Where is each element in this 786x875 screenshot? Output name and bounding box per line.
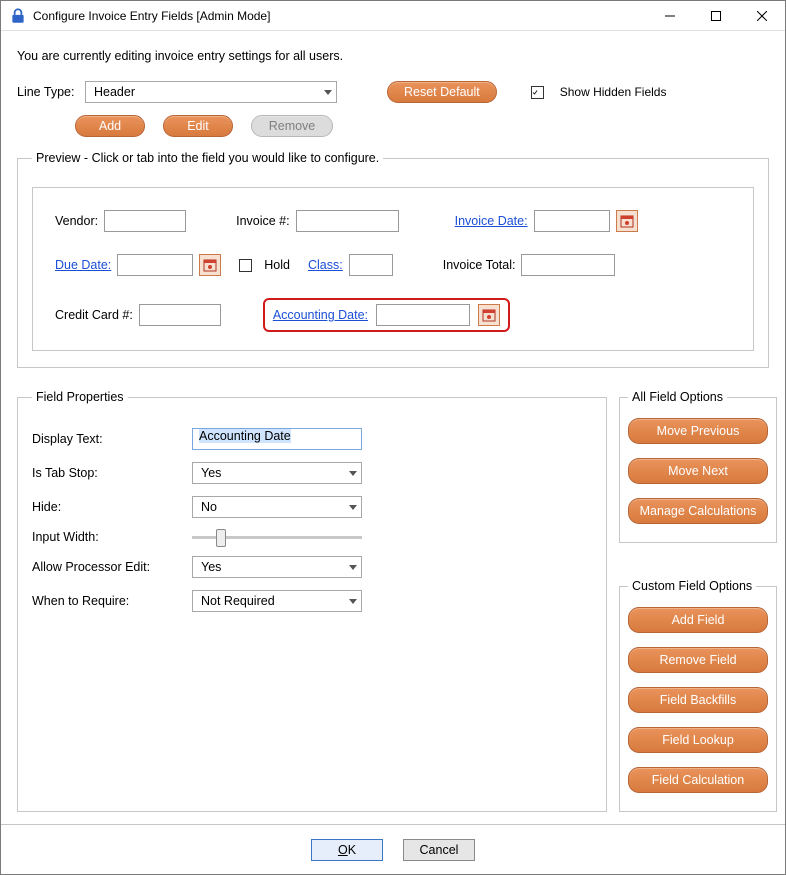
credit-card-label: Credit Card #: [55,308,133,322]
line-type-select[interactable]: Header [85,81,337,103]
all-field-options-legend: All Field Options [628,390,727,404]
maximize-icon [711,11,721,21]
is-tab-stop-label: Is Tab Stop: [32,466,192,480]
invoice-date-calendar-button[interactable] [616,210,638,232]
chevron-down-icon [349,505,357,510]
allow-processor-edit-label: Allow Processor Edit: [32,560,192,574]
edit-button[interactable]: Edit [163,115,233,137]
line-type-value: Header [94,85,135,99]
manage-calculations-button[interactable]: Manage Calculations [628,498,768,524]
preview-legend: Preview - Click or tab into the field yo… [32,151,383,165]
chevron-down-icon [349,599,357,604]
reset-default-button[interactable]: Reset Default [387,81,497,103]
add-field-button[interactable]: Add Field [628,607,768,633]
close-button[interactable] [739,1,785,31]
show-hidden-checkbox[interactable]: Show Hidden Fields [531,85,667,99]
invoice-total-input[interactable] [521,254,615,276]
cancel-button[interactable]: Cancel [403,839,475,861]
line-type-label: Line Type: [17,85,75,99]
titlebar: Configure Invoice Entry Fields [Admin Mo… [1,1,785,31]
is-tab-stop-select[interactable]: Yes [192,462,362,484]
invoice-num-input[interactable] [296,210,399,232]
vendor-label: Vendor: [55,214,98,228]
accounting-date-input[interactable] [376,304,470,326]
hide-select[interactable]: No [192,496,362,518]
credit-card-input[interactable] [139,304,221,326]
move-next-button[interactable]: Move Next [628,458,768,484]
custom-field-options-legend: Custom Field Options [628,579,756,593]
field-backfills-button[interactable]: Field Backfills [628,687,768,713]
minimize-icon [665,11,675,21]
due-date-input[interactable] [117,254,193,276]
remove-field-button[interactable]: Remove Field [628,647,768,673]
app-window: Configure Invoice Entry Fields [Admin Mo… [0,0,786,875]
calendar-icon [482,308,496,322]
preview-fieldset: Preview - Click or tab into the field yo… [17,151,769,368]
input-width-label: Input Width: [32,530,192,544]
field-properties-fieldset: Field Properties Display Text: Accountin… [17,390,607,812]
field-calculation-button[interactable]: Field Calculation [628,767,768,793]
input-width-slider[interactable] [192,536,362,539]
chevron-down-icon [324,90,332,95]
hold-checkbox[interactable] [239,259,252,272]
invoice-total-label: Invoice Total: [443,258,516,272]
field-properties-legend: Field Properties [32,390,128,404]
move-previous-button[interactable]: Move Previous [628,418,768,444]
calendar-icon [620,214,634,228]
preview-box: Vendor: Invoice #: Invoice Date: [32,187,754,351]
hold-label: Hold [264,258,290,272]
class-label[interactable]: Class: [308,258,343,272]
accounting-date-calendar-button[interactable] [478,304,500,326]
add-button[interactable]: Add [75,115,145,137]
remove-button[interactable]: Remove [251,115,333,137]
accounting-date-highlight: Accounting Date: [263,298,510,332]
custom-field-options-fieldset: Custom Field Options Add Field Remove Fi… [619,579,777,812]
dialog-footer: OK Cancel [1,824,785,874]
show-hidden-label: Show Hidden Fields [560,85,667,99]
all-field-options-fieldset: All Field Options Move Previous Move Nex… [619,390,777,543]
chevron-down-icon [349,471,357,476]
allow-processor-edit-select[interactable]: Yes [192,556,362,578]
intro-text: You are currently editing invoice entry … [17,49,769,63]
checkbox-checked-icon [531,86,544,99]
due-date-label[interactable]: Due Date: [55,258,111,272]
when-to-require-select[interactable]: Not Required [192,590,362,612]
invoice-date-label[interactable]: Invoice Date: [455,214,528,228]
field-lookup-button[interactable]: Field Lookup [628,727,768,753]
invoice-date-input[interactable] [534,210,610,232]
display-text-label: Display Text: [32,432,192,446]
ok-button[interactable]: OK [311,839,383,861]
invoice-num-label: Invoice #: [236,214,290,228]
accounting-date-label[interactable]: Accounting Date: [273,308,368,322]
class-input[interactable] [349,254,393,276]
minimize-button[interactable] [647,1,693,31]
lock-icon [9,7,27,25]
slider-thumb[interactable] [216,529,226,547]
chevron-down-icon [349,565,357,570]
close-icon [757,11,767,21]
display-text-input[interactable]: Accounting Date [192,428,362,450]
due-date-calendar-button[interactable] [199,254,221,276]
hide-label: Hide: [32,500,192,514]
maximize-button[interactable] [693,1,739,31]
when-to-require-label: When to Require: [32,594,192,608]
vendor-input[interactable] [104,210,186,232]
window-title: Configure Invoice Entry Fields [Admin Mo… [33,9,270,23]
calendar-icon [203,258,217,272]
